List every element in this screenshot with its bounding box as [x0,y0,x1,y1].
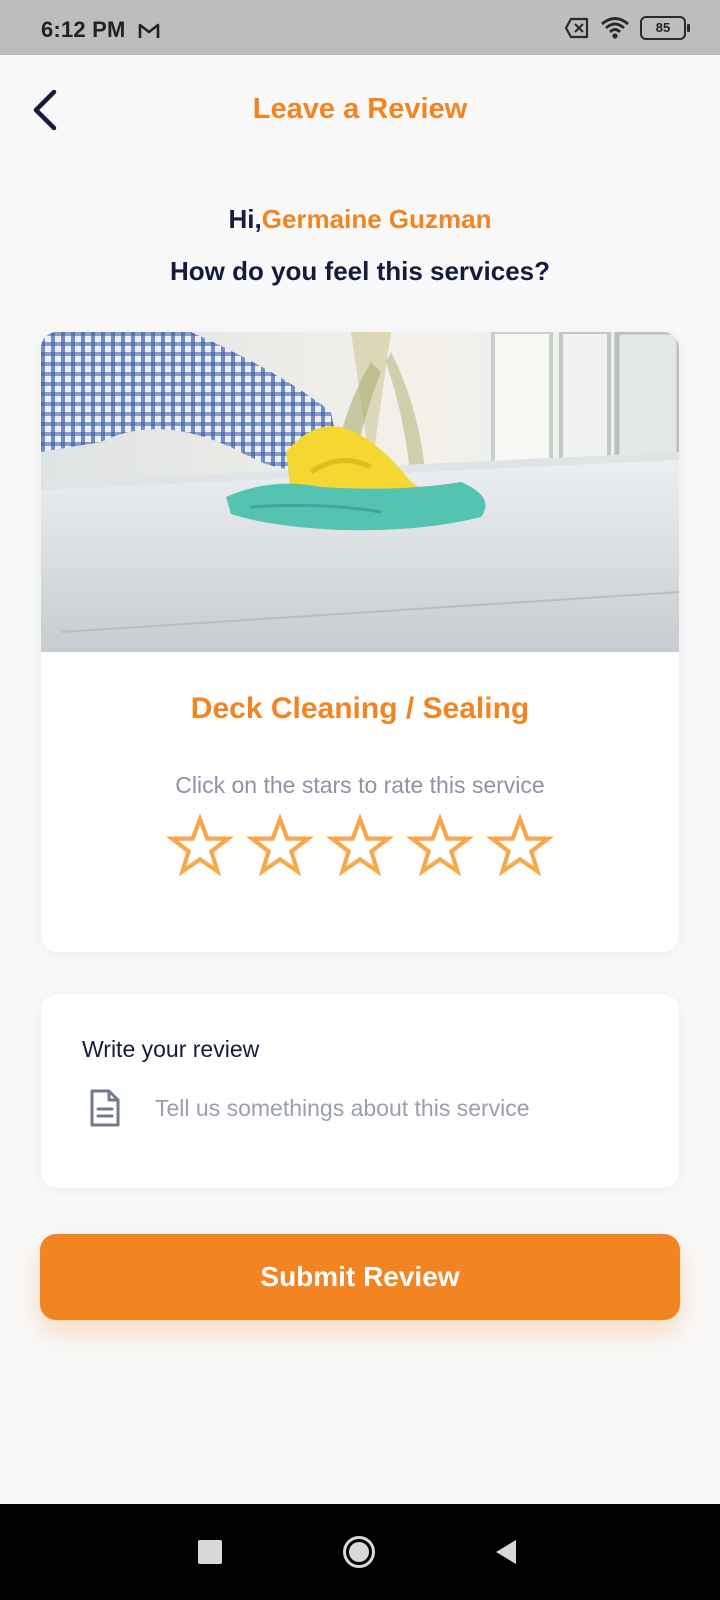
battery-icon: 85 [640,16,690,40]
rating-question: How do you feel this services? [170,256,550,286]
navigation-bar [0,1504,720,1600]
greeting-prefix: Hi, [228,204,262,234]
status-time: 6:12 PM [41,17,126,42]
submit-review-button[interactable]: Submit Review [40,1234,680,1320]
star-rating[interactable] [41,814,679,880]
page-title: Leave a Review [252,93,468,125]
gmail-icon [138,23,160,38]
rate-hint: Click on the stars to rate this service [175,772,545,798]
service-card: Deck Cleaning / Sealing Click on the sta… [41,332,679,952]
status-icons: 85 [564,14,690,42]
service-image [41,332,679,652]
wifi-icon [601,17,629,39]
user-name: Germaine Guzman [261,204,492,234]
star-3-icon[interactable] [327,814,393,880]
review-input[interactable] [155,1088,645,1128]
review-card: Write your review [41,994,679,1188]
review-label: Write your review [82,1036,260,1062]
sim-disabled-icon [564,17,589,39]
service-name: Deck Cleaning / Sealing [190,692,530,725]
header: Leave a Review [0,55,720,167]
star-5-icon[interactable] [487,814,553,880]
star-2-icon[interactable] [247,814,313,880]
home-button[interactable] [342,1535,376,1569]
greeting: Hi,Germaine Guzman [0,204,720,235]
star-1-icon[interactable] [167,814,233,880]
nav-back-button[interactable] [494,1538,518,1566]
document-icon [90,1089,120,1127]
star-4-icon[interactable] [407,814,473,880]
battery-level: 85 [655,20,671,35]
status-bar: 6:12 PM 85 [0,0,720,55]
recents-button[interactable] [198,1540,222,1564]
